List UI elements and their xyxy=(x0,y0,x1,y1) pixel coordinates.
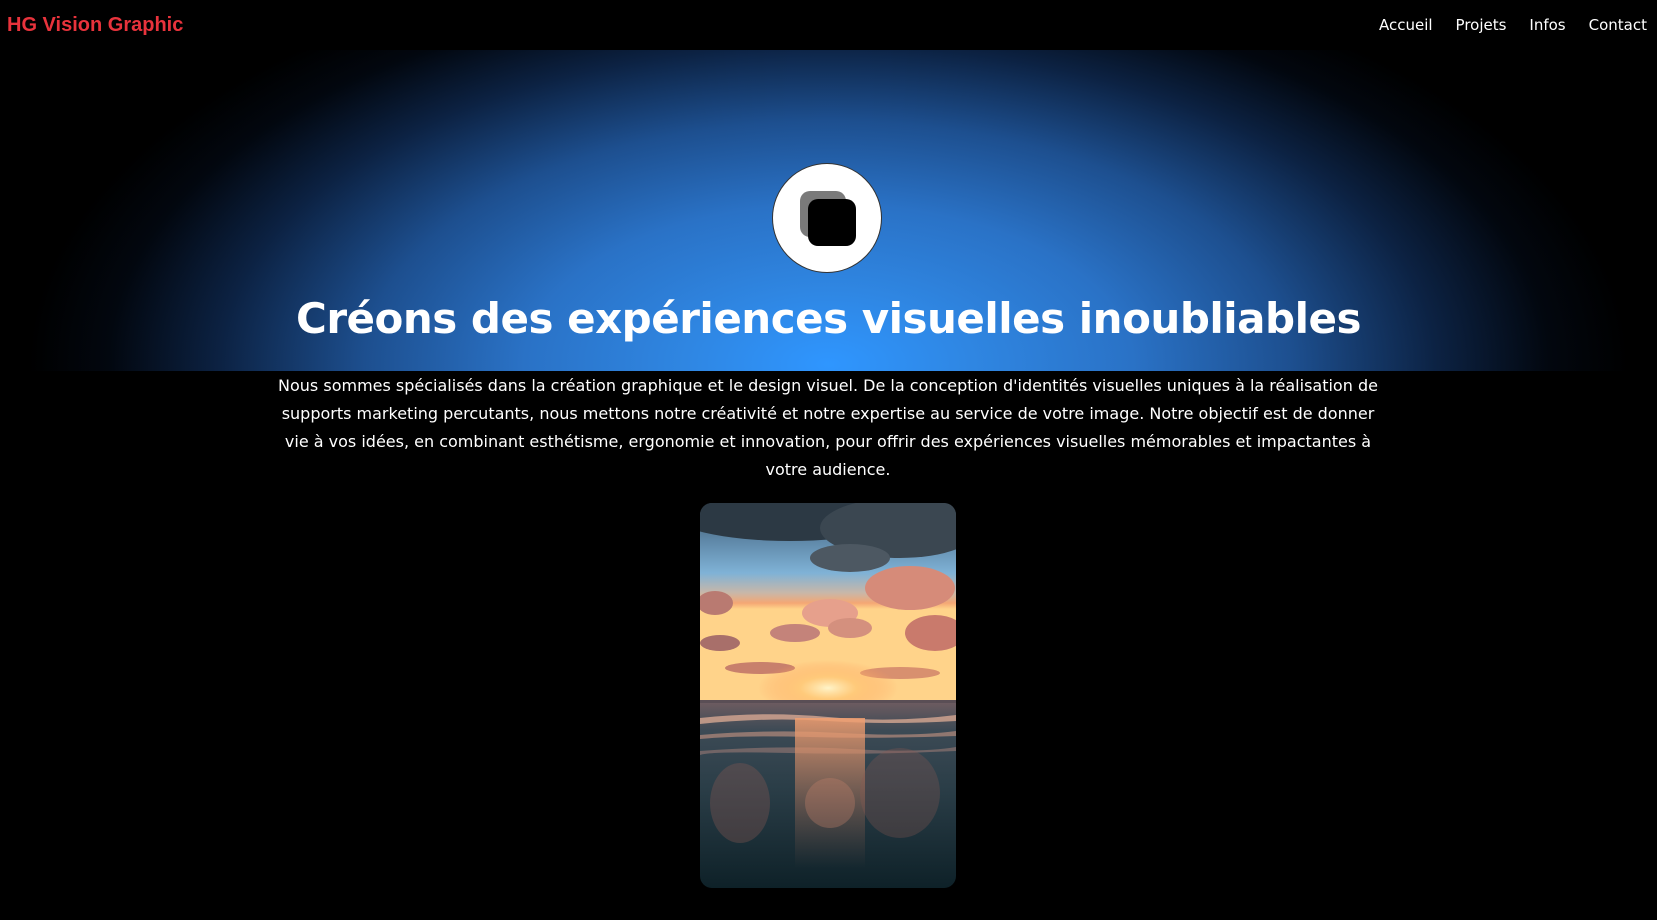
sunset-beach-photo xyxy=(700,503,956,888)
page: HG Vision Graphic Accueil Projets Infos … xyxy=(0,0,1657,920)
logo-badge xyxy=(772,163,882,273)
main-nav: Accueil Projets Infos Contact xyxy=(1379,15,1647,35)
nav-link-contact[interactable]: Contact xyxy=(1589,15,1647,35)
stacked-squares-icon-front xyxy=(808,199,856,246)
hero-description: Nous sommes spécialisés dans la création… xyxy=(278,376,1378,479)
nav-link-accueil[interactable]: Accueil xyxy=(1379,15,1433,35)
nav-link-projets[interactable]: Projets xyxy=(1456,15,1507,35)
hero-title: Créons des expériences visuelles inoubli… xyxy=(296,294,1361,343)
brand-logo-text[interactable]: HG Vision Graphic xyxy=(7,13,183,37)
navbar: HG Vision Graphic Accueil Projets Infos … xyxy=(0,0,1657,50)
nav-link-infos[interactable]: Infos xyxy=(1529,15,1565,35)
